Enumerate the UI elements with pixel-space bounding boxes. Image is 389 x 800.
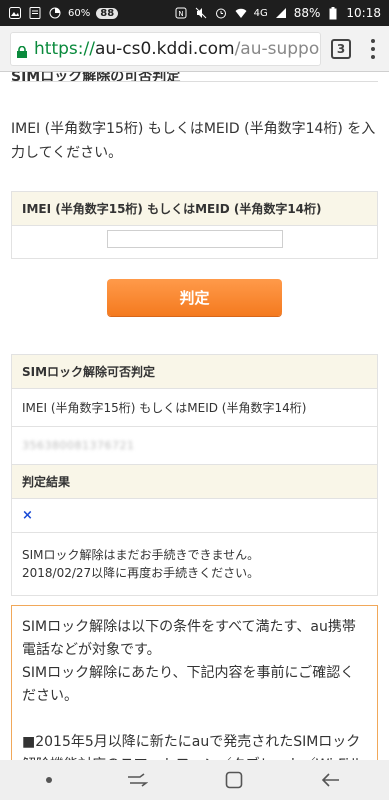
pie-icon <box>48 6 62 20</box>
judge-button[interactable]: 判定 <box>107 279 282 316</box>
status-left: 60% 88 <box>8 6 119 20</box>
conditions-line2: SIMロック解除にあたり、下記内容を事前にご確認ください。 <box>22 665 355 704</box>
url-bar[interactable]: https:// au-cs0.kddi.com /au-suppo <box>10 31 321 66</box>
page-content: SIMロック解除の可否判定 IMEI (半角数字15桁) もしくはMEID (半… <box>0 72 389 760</box>
battery-icon <box>326 6 340 20</box>
usage-percent: 60% <box>68 7 91 19</box>
tab-switcher-button[interactable]: 3 <box>331 38 351 59</box>
home-icon[interactable] <box>222 770 246 790</box>
status-bar: 60% 88 N 4G 88% 10:18 <box>0 0 389 26</box>
judgement-mark: × <box>12 499 377 533</box>
judgement-heading: 判定結果 <box>12 465 377 499</box>
judgement-message-line1: SIMロック解除はまだお手続きできません。 <box>22 548 260 562</box>
back-icon[interactable] <box>319 770 343 790</box>
browser-toolbar: https:// au-cs0.kddi.com /au-suppo 3 <box>0 26 389 72</box>
conditions-box: SIMロック解除は以下の条件をすべて満たす、au携帯電話などが対象です。 SIM… <box>11 605 378 760</box>
imei-input-label: IMEI (半角数字15桁) もしくはMEID (半角数字14桁) <box>12 192 377 226</box>
battery-percent: 88% <box>293 6 321 20</box>
navigation-bar <box>0 760 389 800</box>
conditions-spacer <box>22 708 367 731</box>
section-title: SIMロック解除の可否判定 <box>11 72 378 82</box>
url-host: au-cs0.kddi.com <box>94 38 235 59</box>
url-scheme: https:// <box>34 38 95 59</box>
recents-icon[interactable] <box>125 770 149 790</box>
status-right: N 4G 88% 10:18 <box>174 6 381 20</box>
intro-text: IMEI (半角数字15桁) もしくはMEID (半角数字14桁) を入力してく… <box>11 121 376 161</box>
overflow-menu-icon[interactable] <box>365 38 381 59</box>
signal-icon <box>274 6 288 20</box>
wifi-icon <box>234 6 248 20</box>
imei-input-box: IMEI (半角数字15桁) もしくはMEID (半角数字14桁) <box>11 191 378 259</box>
result-table: SIMロック解除可否判定 IMEI (半角数字15桁) もしくはMEID (半角… <box>11 354 378 596</box>
alarm-icon <box>214 6 228 20</box>
conditions-line1: SIMロック解除は以下の条件をすべて満たす、au携帯電話などが対象です。 <box>22 619 356 658</box>
result-heading: SIMロック解除可否判定 <box>12 355 377 389</box>
mute-icon <box>194 6 208 20</box>
result-imei-label: IMEI (半角数字15桁) もしくはMEID (半角数字14桁) <box>12 389 377 427</box>
clock: 10:18 <box>346 6 381 20</box>
imei-input-row <box>12 226 377 258</box>
judgement-message: SIMロック解除はまだお手続きできません。 2018/02/27以降に再度お手続… <box>12 533 377 595</box>
gallery-icon <box>8 6 22 20</box>
notification-badge: 88 <box>96 7 119 19</box>
judgement-message-line2: 2018/02/27以降に再度お手続きください。 <box>22 566 260 580</box>
svg-text:N: N <box>178 10 183 18</box>
memo-icon <box>28 6 42 20</box>
result-imei-value-row: 356380081376721 <box>12 427 377 465</box>
nfc-icon: N <box>174 6 188 20</box>
url-path: /au-suppo <box>234 38 320 59</box>
lock-icon <box>16 43 28 58</box>
conditions-line3: ■2015年5月以降に新たにauで発売されたSIMロック解除機能対応のスマートフ… <box>22 734 363 760</box>
dot-icon[interactable] <box>46 777 53 783</box>
result-imei-value: 356380081376721 <box>22 439 135 452</box>
network-type: 4G <box>253 7 268 19</box>
imei-input[interactable] <box>106 230 283 248</box>
